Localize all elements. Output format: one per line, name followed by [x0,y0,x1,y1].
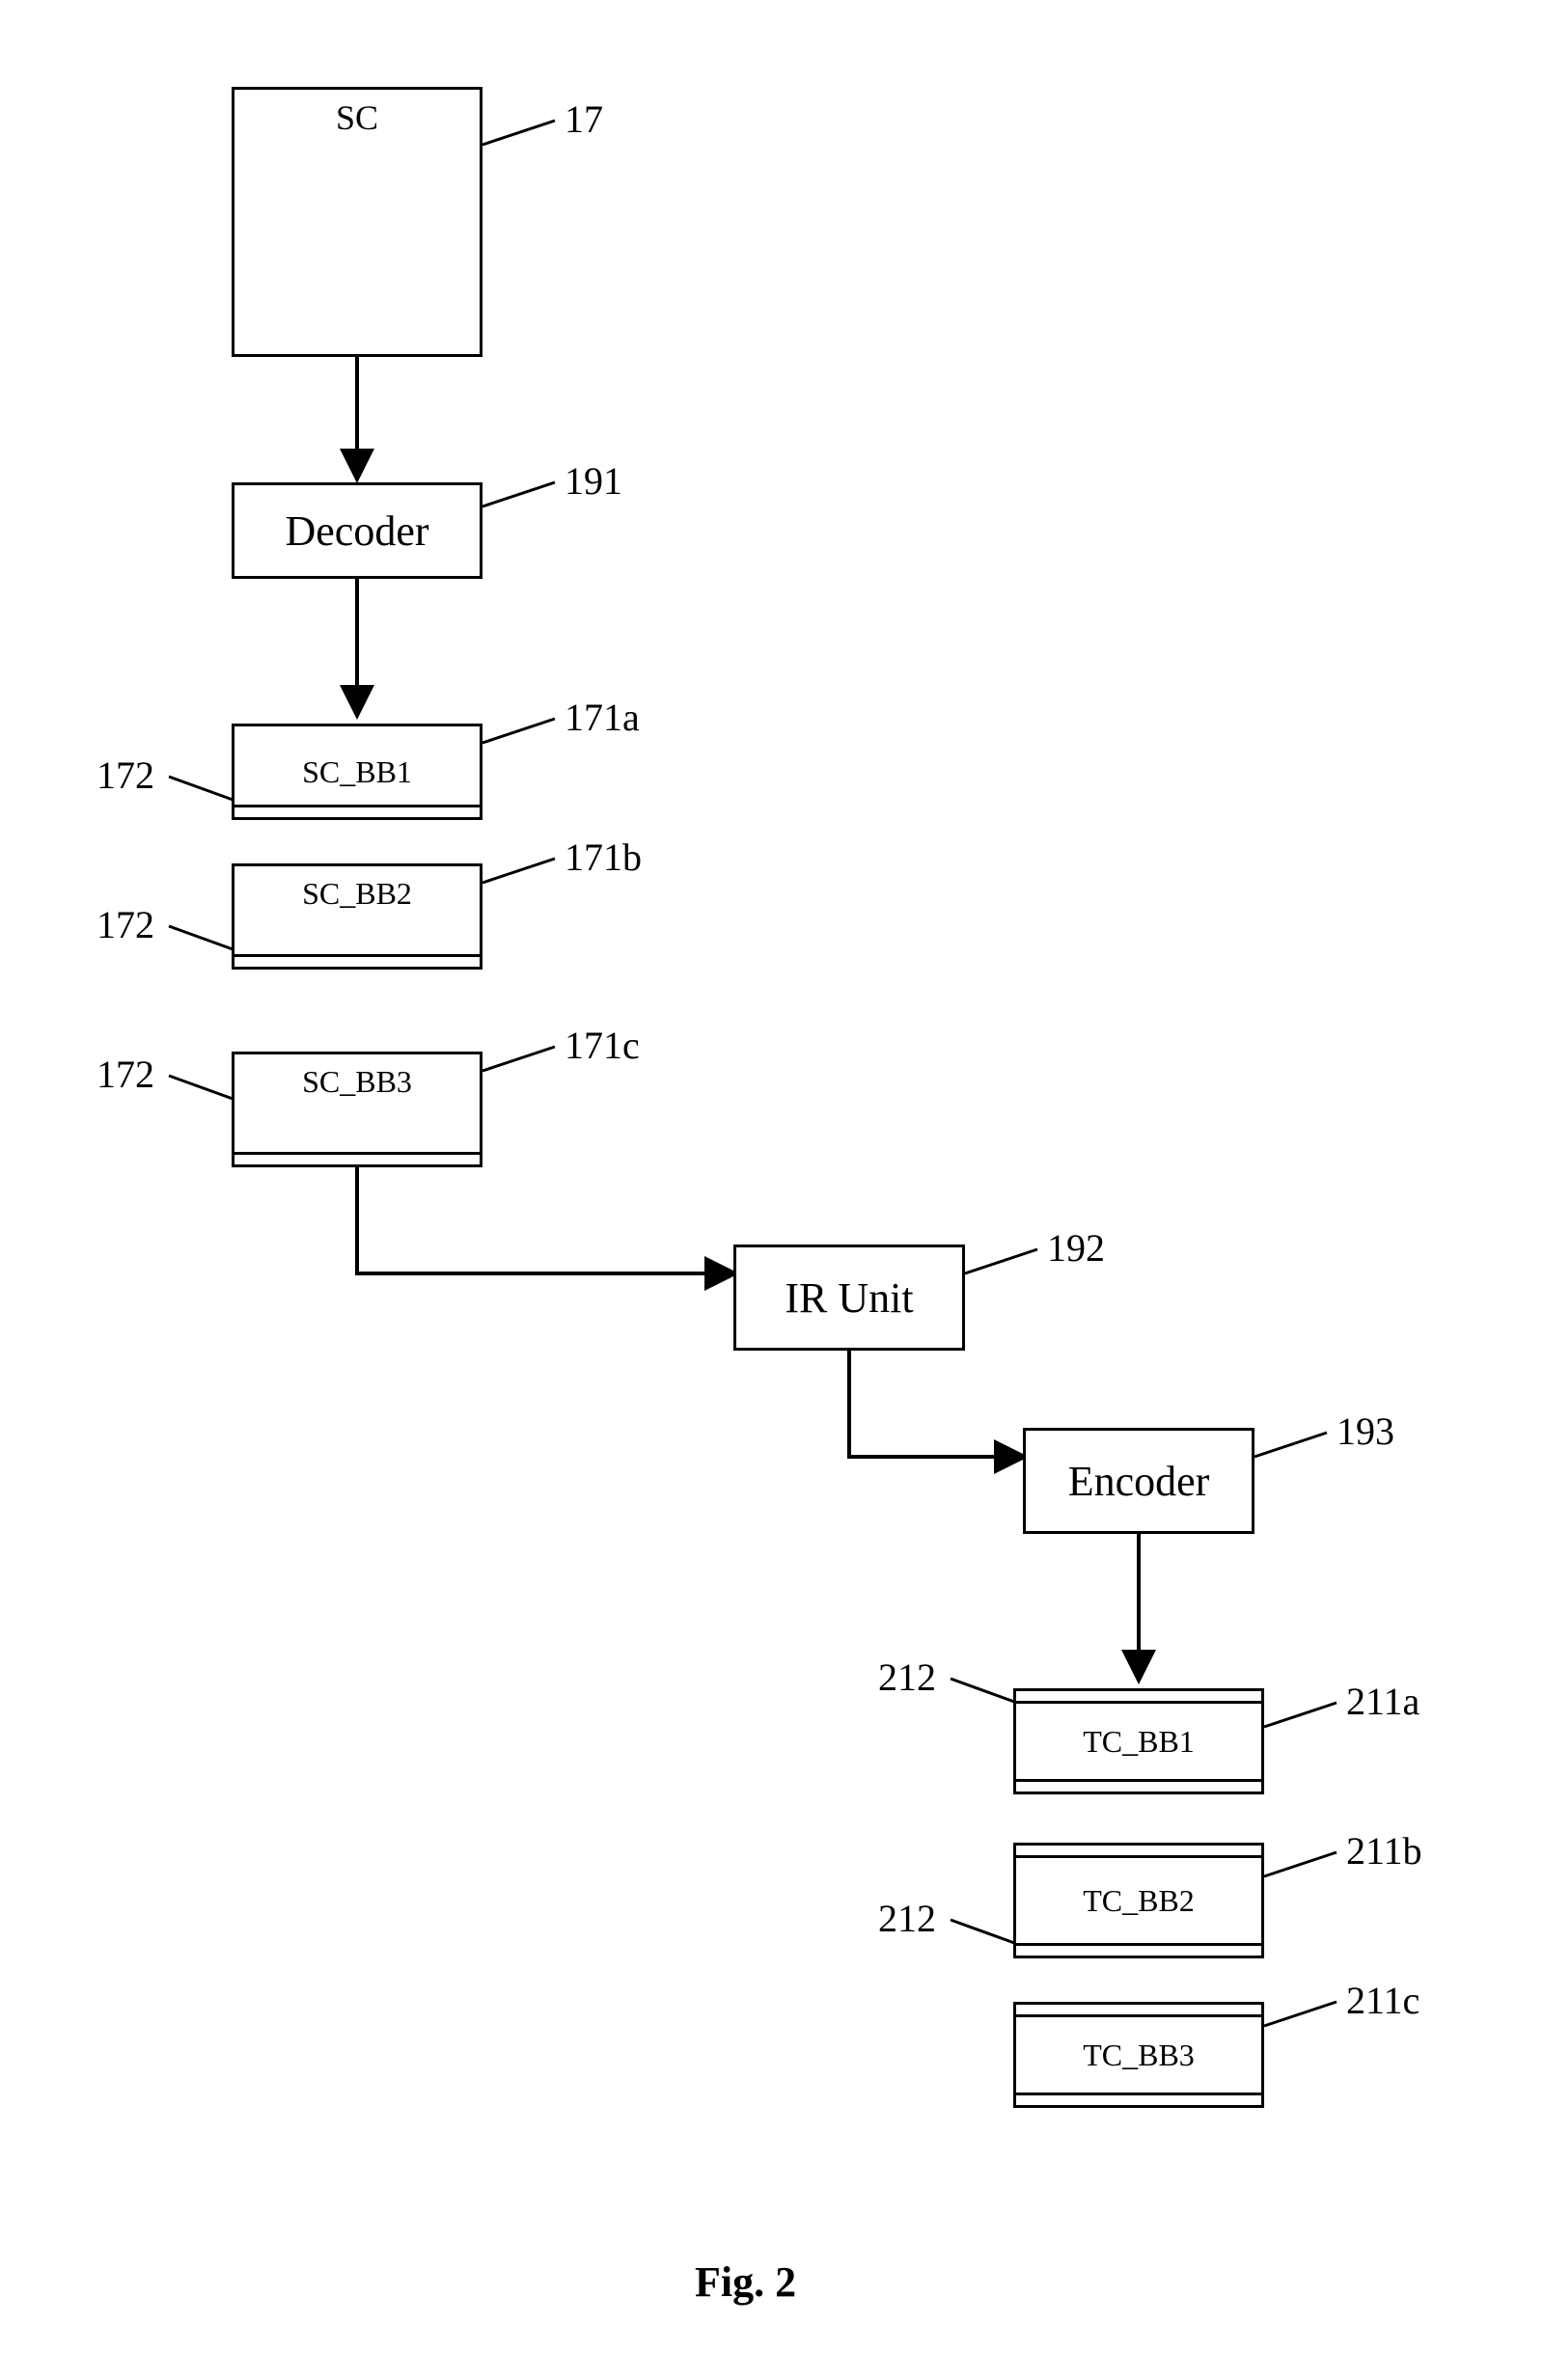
ref-171a: 171a [565,695,640,740]
tc-bb3-top-stripe [1013,2014,1264,2017]
ref-212-a: 212 [878,1655,936,1700]
ref-211a: 211a [1346,1679,1420,1724]
sc-bb1-bottom-stripe [232,805,482,807]
sc-bb1-block: SC_BB1 [232,724,482,820]
encoder-label: Encoder [1068,1457,1210,1506]
tc-bb2-top-stripe [1013,1855,1264,1858]
ref-172-b: 172 [96,902,154,947]
sc-bb3-bottom-stripe [232,1152,482,1155]
figure-2-diagram: SC Decoder SC_BB1 SC_BB2 SC_BB3 IR Unit … [0,0,1544,2380]
sc-bb2-label: SC_BB2 [302,876,412,912]
sc-block: SC [232,87,482,357]
figure-caption: Fig. 2 [695,2257,796,2307]
ref-193: 193 [1337,1409,1394,1454]
encoder-block: Encoder [1023,1428,1254,1534]
ir-unit-label: IR Unit [785,1273,913,1323]
ref-172-c: 172 [96,1052,154,1097]
decoder-block-label: Decoder [285,506,428,556]
tc-bb2-label: TC_BB2 [1083,1883,1195,1919]
tc-bb3-label: TC_BB3 [1083,2038,1195,2073]
ref-17: 17 [565,96,603,142]
tc-bb3-bottom-stripe [1013,2093,1264,2095]
ir-unit-block: IR Unit [733,1245,965,1351]
sc-bb3-block: SC_BB3 [232,1052,482,1167]
tc-bb2-block: TC_BB2 [1013,1843,1264,1958]
connectors-layer [0,0,1544,2380]
tc-bb3-block: TC_BB3 [1013,2002,1264,2108]
ref-212-b: 212 [878,1896,936,1941]
sc-block-label: SC [336,97,378,138]
tc-bb1-top-stripe [1013,1701,1264,1704]
decoder-block: Decoder [232,482,482,579]
ref-211b: 211b [1346,1828,1422,1874]
ref-211c: 211c [1346,1978,1420,2023]
tc-bb1-label: TC_BB1 [1083,1724,1195,1760]
tc-bb1-bottom-stripe [1013,1779,1264,1782]
ref-171c: 171c [565,1023,640,1068]
tc-bb1-block: TC_BB1 [1013,1688,1264,1794]
sc-bb2-bottom-stripe [232,954,482,957]
ref-192: 192 [1047,1225,1105,1271]
sc-bb3-label: SC_BB3 [302,1064,412,1100]
ref-191: 191 [565,458,622,504]
sc-bb1-label: SC_BB1 [302,754,412,790]
sc-bb2-block: SC_BB2 [232,863,482,970]
ref-171b: 171b [565,834,642,880]
tc-bb2-bottom-stripe [1013,1943,1264,1946]
ref-172-a: 172 [96,752,154,798]
